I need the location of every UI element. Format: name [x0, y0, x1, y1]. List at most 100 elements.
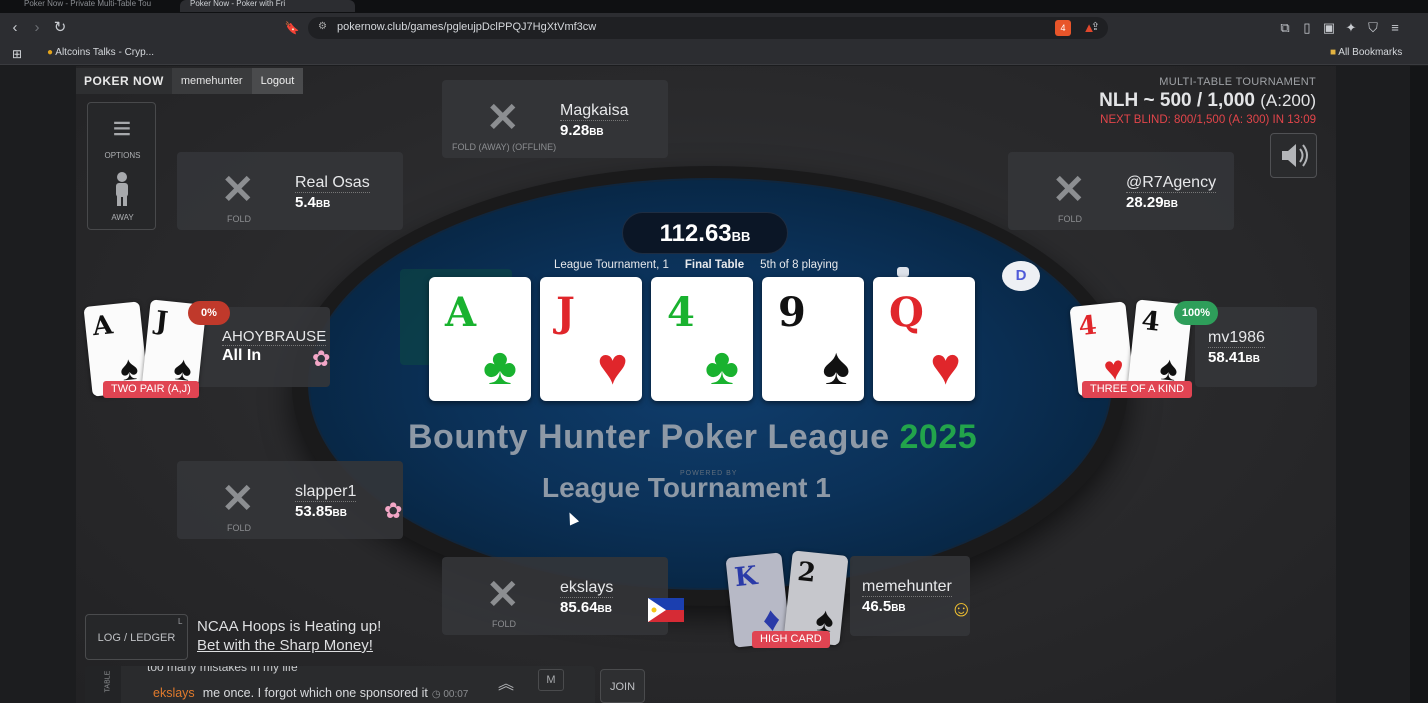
seat-status: FOLD: [227, 523, 252, 533]
seat-status: FOLD (AWAY) (OFFLINE): [452, 142, 557, 152]
menu-icon[interactable]: ≡: [1387, 20, 1403, 36]
cherry-blossom-icon: ✿: [384, 498, 403, 523]
vpn-icon[interactable]: ⛉: [1365, 20, 1381, 36]
player-name[interactable]: Real Osas: [295, 174, 370, 193]
ante-text: (A:200): [1260, 91, 1316, 110]
heart-eyes-emoji-icon: ☺: [950, 596, 973, 621]
seat-r7agency[interactable]: ✕ FOLD @R7Agency 28.29BB: [1008, 152, 1234, 230]
seat-ekslays[interactable]: ✕ FOLD ekslays 85.64BB: [442, 557, 668, 635]
browser-tab[interactable]: Poker Now - Private Multi-Table Tou: [14, 0, 174, 12]
back-icon[interactable]: ‹: [6, 19, 24, 37]
cherry-blossom-icon: ✿: [312, 346, 331, 371]
board-card: A ♣: [429, 277, 531, 401]
options-button[interactable]: ≡: [106, 111, 138, 145]
brave-shields-icon[interactable]: 4: [1055, 20, 1071, 36]
apps-grid-icon[interactable]: ⊞: [12, 47, 22, 61]
chat-message: too many mistakes in my life: [147, 666, 298, 674]
pot-unit: BB: [731, 229, 751, 244]
felt-subtitle: League Tournament 1: [542, 472, 831, 503]
club-icon: ♣: [704, 338, 739, 396]
player-name[interactable]: AHOYBRAUSE: [222, 328, 327, 346]
stack-value: 53.85: [295, 503, 333, 520]
chip-marker: [897, 267, 909, 277]
stack-value: 58.41: [1208, 349, 1246, 366]
stack-unit: BB: [1163, 199, 1178, 210]
player-name[interactable]: slapper1: [295, 483, 357, 502]
speaker-icon: [1282, 144, 1308, 167]
stack-unit: BB: [332, 508, 347, 519]
seat-status: FOLD: [227, 214, 252, 224]
player-stack: 46.5BB: [862, 598, 906, 615]
chevron-up-icon[interactable]: ︽: [498, 670, 514, 694]
hamburger-icon: ≡: [112, 110, 132, 146]
brave-rewards-icon[interactable]: ▲: [1081, 20, 1097, 36]
join-button[interactable]: JOIN: [600, 669, 645, 703]
board-card: 9 ♠: [762, 277, 864, 401]
seat-magkaisa[interactable]: ✕ FOLD (AWAY) (OFFLINE) Magkaisa 9.28BB: [442, 80, 668, 158]
card-rank: J: [556, 289, 575, 336]
leo-ai-icon[interactable]: ✦: [1343, 20, 1359, 36]
chat-text: me once. I forgot which one sponsored it: [202, 686, 428, 700]
player-stack: 85.64BB: [560, 599, 612, 616]
site-settings-icon[interactable]: ⚙: [318, 21, 327, 32]
log-ledger-button[interactable]: LOG / LEDGER: [85, 614, 188, 660]
chat-panel: TABLE too many mistakes in my life eksla…: [85, 666, 595, 703]
promo-link[interactable]: Bet with the Sharp Money!: [197, 637, 373, 654]
blinds-level: NLH ~ 500 / 1,000 (A:200): [1099, 90, 1316, 112]
all-bookmarks[interactable]: ■ All Bookmarks: [1330, 47, 1402, 58]
card-rank: K: [733, 561, 759, 594]
person-icon: [116, 172, 128, 206]
player-name[interactable]: memehunter: [862, 578, 952, 597]
chat-tab-label: TABLE: [104, 670, 112, 693]
player-name[interactable]: ekslays: [560, 579, 614, 598]
club-icon: ♣: [482, 338, 517, 396]
equity-badge: 100%: [1174, 301, 1218, 325]
browser-tab-active[interactable]: Poker Now - Poker with Fri: [180, 0, 355, 12]
side-menu: ≡ OPTIONS AWAY: [87, 102, 156, 230]
stack-value: 85.64: [560, 599, 598, 616]
sound-button[interactable]: [1270, 133, 1317, 178]
player-stack: 5.4BB: [295, 194, 330, 211]
player-name[interactable]: mv1986: [1208, 329, 1265, 348]
sidebar-icon[interactable]: ▯: [1299, 20, 1315, 36]
extensions-icon[interactable]: ⧉: [1277, 20, 1293, 36]
spade-icon: ♠: [822, 338, 850, 396]
hand-rank-badge: TWO PAIR (A,J): [103, 381, 199, 398]
page-scrollbar[interactable]: [1410, 66, 1428, 703]
stack-unit: BB: [891, 603, 906, 614]
fold-x-icon: ✕: [486, 573, 520, 617]
player-name[interactable]: Magkaisa: [560, 102, 629, 121]
tab-title: Poker Now - Private Multi-Table Tou: [24, 0, 152, 8]
bitcoin-icon: ●: [47, 47, 54, 58]
game-page: POKER NOW memehunter Logout ≡ OPTIONS AW…: [0, 66, 1410, 703]
card-rank: A: [91, 310, 115, 343]
seat-real-osas[interactable]: ✕ FOLD Real Osas 5.4BB: [177, 152, 403, 230]
address-bar[interactable]: ⚙ pokernow.club/games/pgleujpDclPPQJ7HgX…: [308, 17, 1108, 39]
stack-value: 28.29: [1126, 194, 1164, 211]
player-name[interactable]: @R7Agency: [1126, 174, 1217, 193]
away-label: AWAY: [111, 213, 134, 222]
reload-icon[interactable]: ↻: [51, 19, 69, 37]
board-card: Q ♥: [873, 277, 975, 401]
bookmark-icon[interactable]: 🔖: [283, 19, 301, 37]
card-rank: 4: [667, 289, 695, 336]
player-stack: 28.29BB: [1126, 194, 1178, 211]
bookmark-label: Altcoins Talks - Cryp...: [55, 47, 155, 58]
pot-value: 112.63: [659, 220, 732, 247]
chat-tab[interactable]: TABLE: [85, 666, 121, 703]
chat-user[interactable]: ekslays: [153, 686, 195, 700]
bookmark-item[interactable]: ● Altcoins Talks - Cryp...: [47, 47, 154, 58]
stack-value: 5.4: [295, 194, 316, 211]
stack-value: 46.5: [862, 598, 892, 615]
felt-year: 2025: [899, 418, 978, 456]
away-button[interactable]: [108, 171, 136, 209]
forward-icon[interactable]: ›: [28, 19, 46, 37]
logout-button[interactable]: Logout: [251, 68, 304, 94]
seat-slapper1[interactable]: ✕ FOLD slapper1 53.85BB: [177, 461, 403, 539]
brand-logo[interactable]: POKER NOW: [76, 68, 172, 94]
username-chip[interactable]: memehunter: [171, 68, 252, 94]
wallet-icon[interactable]: ▣: [1321, 20, 1337, 36]
mute-chat-button[interactable]: M: [538, 669, 564, 691]
card-rank: 4: [1140, 306, 1162, 338]
blinds-text: NLH ~ 500 / 1,000: [1099, 90, 1255, 111]
